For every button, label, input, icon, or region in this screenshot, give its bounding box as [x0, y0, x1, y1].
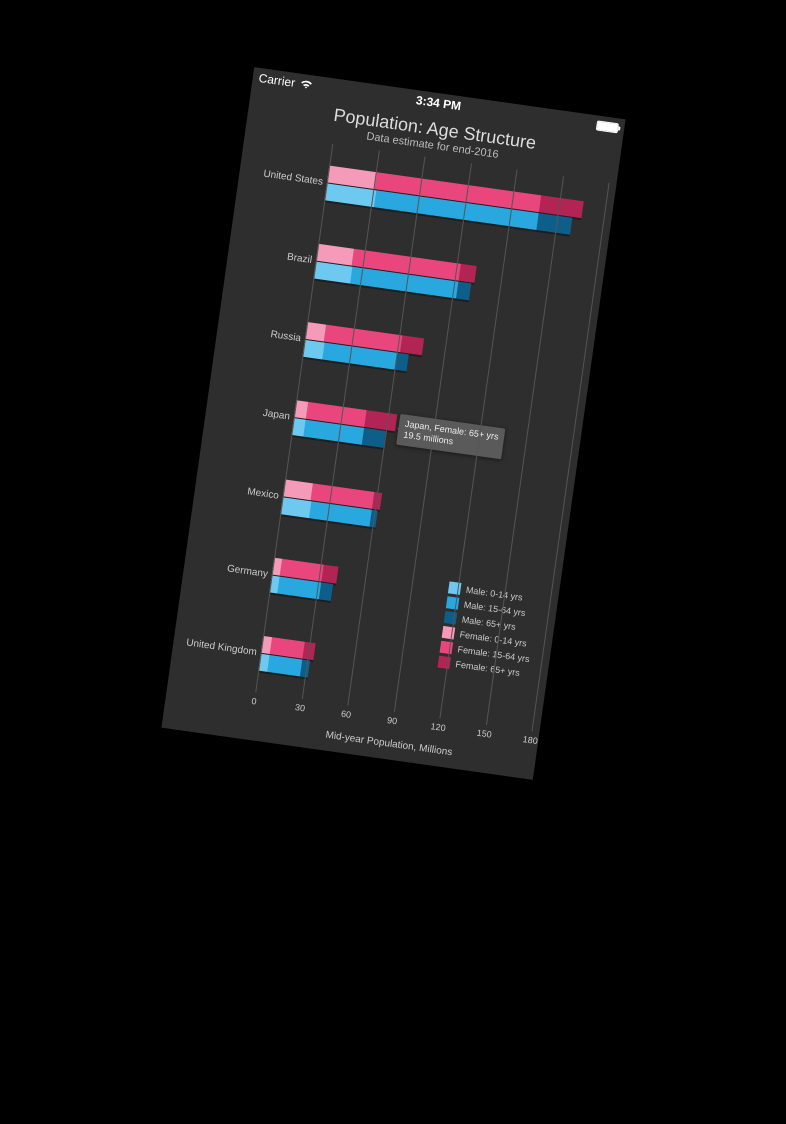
chart-container: Population: Age Structure Data estimate … — [161, 87, 622, 780]
x-tick: 0 — [250, 696, 256, 707]
bar-segment[interactable] — [280, 497, 312, 518]
y-tick-label: Germany — [187, 524, 277, 614]
legend-swatch — [446, 596, 460, 610]
bar-segment[interactable] — [318, 582, 333, 601]
y-tick-label: Mexico — [198, 446, 288, 536]
phone-screen: Carrier 3:34 PM Population: Age Structur… — [161, 67, 625, 780]
bar-segment[interactable] — [456, 282, 471, 301]
x-tick: 180 — [522, 734, 538, 746]
battery-icon — [595, 120, 618, 133]
x-tick: 60 — [340, 709, 351, 720]
bar-segment[interactable] — [267, 655, 302, 676]
y-tick-label: United Kingdom — [176, 603, 266, 693]
carrier-label: Carrier — [257, 71, 295, 90]
legend-swatch — [437, 656, 451, 670]
wifi-icon — [298, 79, 313, 91]
bar-segment[interactable] — [361, 428, 385, 448]
legend: Male: 0-14 yrs Male: 15-64 yrs Male: 65+… — [433, 577, 543, 685]
legend-swatch — [442, 626, 456, 640]
y-tick-label: Russia — [220, 289, 310, 379]
y-tick-label: Japan — [209, 368, 299, 458]
y-tick-label: United States — [242, 133, 332, 223]
x-tick: 120 — [430, 721, 446, 733]
bar-segment[interactable] — [458, 264, 476, 283]
status-right — [595, 120, 618, 133]
plot-area: United StatesBrazilRussiaJapanMexicoGerm… — [176, 133, 609, 732]
x-tick: 150 — [476, 728, 492, 740]
x-tick: 90 — [386, 715, 397, 726]
bar-segment[interactable] — [400, 336, 424, 356]
bar-segment[interactable] — [313, 262, 352, 284]
bar-segment[interactable] — [320, 564, 338, 583]
legend-swatch — [448, 581, 462, 595]
x-axis-label: Mid-year Population, Millions — [324, 730, 452, 759]
y-tick-label: Brazil — [231, 211, 321, 301]
x-tick: 30 — [294, 702, 305, 713]
